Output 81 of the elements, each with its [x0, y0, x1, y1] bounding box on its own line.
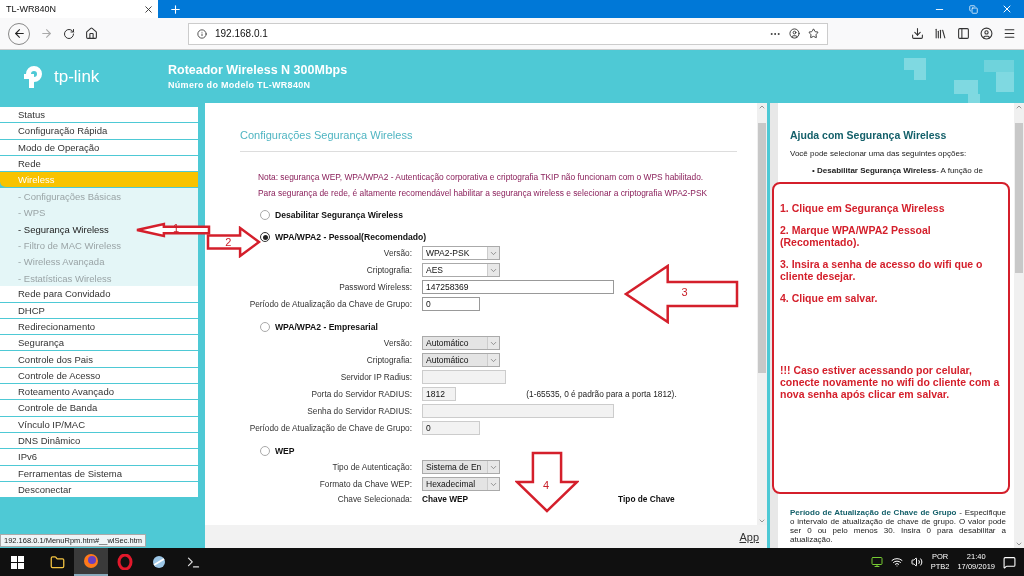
field-label: Servidor IP Radius: [340, 372, 412, 382]
help-text: Você pode selecionar uma das seguintes opções: [790, 149, 968, 158]
menu-item[interactable]: Status [0, 107, 198, 124]
network-icon[interactable] [890, 556, 903, 568]
field-label: Senha do Servidor RADIUS: [307, 406, 412, 416]
note-text: Nota: segurança WEP, WPA/WPA2 - Autenticação corporativa e criptografia TKIP não funcionam com o WPS habilitado. [258, 172, 705, 182]
forward-icon[interactable] [40, 27, 53, 40]
select-field[interactable]: AES [422, 263, 500, 277]
field-label: Criptografia: [366, 265, 412, 275]
scroll-up-icon[interactable] [758, 103, 766, 111]
field-label: Período de Atualização de Chave de Grupo: [249, 423, 412, 433]
volume-icon[interactable] [910, 556, 923, 568]
scroll-down-icon[interactable] [758, 517, 766, 525]
input-field[interactable]: 147258369 [422, 280, 614, 294]
menu-icon[interactable] [1003, 27, 1016, 40]
menu-item[interactable]: Roteamento Avançado [0, 384, 198, 401]
field-label: Versão: [383, 338, 412, 348]
field-label: Chave Selecionada: [337, 494, 412, 504]
scrollbar[interactable] [757, 103, 767, 525]
field-hint: (1-65535, 0 é padrão para a porta 1812). [526, 389, 678, 399]
page-title: Configurações Segurança Wireless [240, 129, 737, 152]
step-number: 2 [225, 236, 232, 248]
warning-text: !!! Caso estiver acessando por celular, conecte novamente no wifi do cliente com a nova senha após clicar em salvar. [780, 364, 1001, 400]
close-icon[interactable] [143, 3, 154, 15]
download-icon[interactable] [911, 27, 924, 40]
info-icon [197, 28, 207, 39]
instruction-step: 4. Clique em salvar. [780, 292, 1002, 304]
instruction-step: 2. Marque WPA/WPA2 Pessoal (Recomentado). [780, 224, 1002, 248]
option-label: Desabilitar Segurança Wireless [275, 210, 403, 220]
step-number: 3 [681, 286, 688, 298]
sidebar-icon[interactable] [957, 27, 970, 40]
scrollbar[interactable] [1014, 103, 1024, 548]
field-label: Password Wireless: [339, 282, 412, 292]
radio-button[interactable] [260, 446, 270, 456]
menu-item[interactable]: Segurança [0, 335, 198, 352]
menu-item[interactable]: Controle de Banda [0, 400, 198, 417]
arrow-icon [624, 264, 739, 324]
field-label: Criptografia: [366, 355, 412, 365]
address-bar[interactable]: 192.168.0.1 [188, 22, 828, 45]
help-title: Ajuda com Segurança Wireless [790, 129, 948, 141]
browser-icon[interactable] [74, 548, 108, 576]
browser-tab[interactable]: TL-WR840N [0, 0, 158, 18]
account-icon[interactable] [980, 27, 993, 40]
field-label: Período de Atualização da Chave de Grupo: [249, 299, 412, 309]
arrow-icon [515, 451, 579, 513]
radio-button[interactable] [260, 232, 270, 242]
reload-icon[interactable] [63, 27, 75, 40]
scroll-up-icon[interactable] [1015, 103, 1023, 111]
menu-item[interactable]: Configuração Rápida [0, 123, 198, 140]
column-heading: Tipo de Chave [618, 494, 675, 504]
field-label: Porta do Servidor RADIUS: [311, 389, 412, 399]
help-bullet: • Desabilitar Segurança Wireless- A função de [811, 166, 984, 175]
instruction-step: 1. Clique em Segurança Wireless [780, 202, 1002, 214]
field-label: Versão: [383, 248, 412, 258]
option-label: WPA/WPA2 - Empresarial [275, 322, 378, 332]
radio-button[interactable] [260, 322, 270, 332]
option-label: WEP [275, 446, 295, 456]
menu-item[interactable]: IPv6 [0, 449, 198, 466]
step-number: 4 [543, 478, 550, 491]
product-title: Roteador Wireless N 300Mbps [168, 63, 348, 77]
radio-button[interactable] [260, 210, 270, 220]
instruction-step: 3. Insira a senha de acesso do wifi que o cliente desejar. [780, 258, 1002, 282]
field-label: Tipo de Autenticação: [332, 462, 412, 472]
brand-name: tp-link [54, 66, 100, 87]
input-field[interactable]: 0 [422, 297, 480, 311]
field-label: Formato da Chave WEP: [319, 479, 412, 489]
note-text: Para segurança de rede, é altamente recomendável habilitar a segurança wireless e selecionar a criptografia WPA2-PSK [258, 188, 709, 198]
select-field[interactable]: WPA2-PSK [422, 246, 500, 260]
star-icon[interactable] [808, 28, 819, 39]
menu-item[interactable]: Rede para Convidado [0, 286, 198, 303]
column-heading: Chave WEP [422, 494, 469, 504]
option-label: WPA/WPA2 - Pessoal(Recomendado) [275, 232, 427, 242]
help-paragraph: Período de Atualização de Chave de Grupo - Especifique o intervalo de atualização de chave de grupo. O valor pode ser 0 ou pelo menos 30. Insira 0 para desabilitar a atualização. [790, 508, 1006, 544]
scroll-down-icon[interactable] [1015, 540, 1023, 548]
home-icon[interactable] [85, 27, 98, 40]
model-number: Número do Modelo TL-WR840N [168, 80, 312, 90]
library-icon[interactable] [934, 27, 947, 40]
menu-item[interactable]: Controle dos Pais [0, 351, 198, 368]
apply-link[interactable]: App [739, 530, 759, 543]
notification-icon[interactable] [1003, 555, 1016, 569]
step-number: 1 [173, 222, 180, 234]
